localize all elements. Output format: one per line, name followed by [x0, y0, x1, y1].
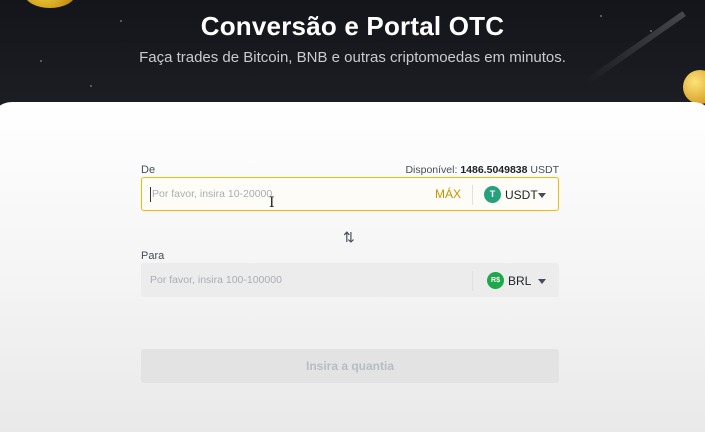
to-amount-input[interactable]: Por favor, insira 100-100000	[150, 274, 282, 286]
available-label: Disponível:	[405, 164, 458, 176]
page-subtitle: Faça trades de Bitcoin, BNB e outras cri…	[139, 49, 566, 66]
to-currency-label: BRL	[508, 274, 532, 288]
field-divider	[472, 185, 473, 205]
text-caret	[150, 187, 151, 202]
star-dot	[90, 85, 92, 87]
submit-button[interactable]: Insira a quantia	[141, 349, 559, 383]
available-currency: USDT	[530, 164, 559, 176]
coin-decoration	[683, 70, 705, 104]
page-title: Conversão e Portal OTC	[200, 11, 505, 41]
max-button[interactable]: MÁX	[435, 187, 461, 201]
available-value: 1486.5049838	[460, 164, 528, 176]
brl-coin-icon: R$	[487, 272, 504, 289]
from-amount-input[interactable]: Por favor, insira 10-20000	[152, 188, 272, 200]
swap-arrows-icon[interactable]: ⇅	[343, 229, 355, 246]
to-amount-field[interactable]: Por favor, insira 100-100000 R$ BRL	[141, 263, 559, 297]
chevron-down-icon	[538, 193, 546, 198]
usdt-coin-icon: T	[484, 186, 501, 203]
to-label: Para	[141, 250, 165, 262]
chevron-down-icon	[538, 279, 546, 284]
text-cursor-icon: I	[269, 195, 275, 211]
field-divider	[472, 271, 473, 291]
available-balance: Disponível: 1486.5049838 USDT	[405, 164, 559, 176]
from-label: De	[141, 164, 156, 176]
from-amount-field[interactable]: Por favor, insira 10-20000 MÁX T USDT	[141, 177, 559, 211]
from-currency-label: USDT	[505, 188, 538, 202]
coin-decoration	[24, 0, 76, 8]
